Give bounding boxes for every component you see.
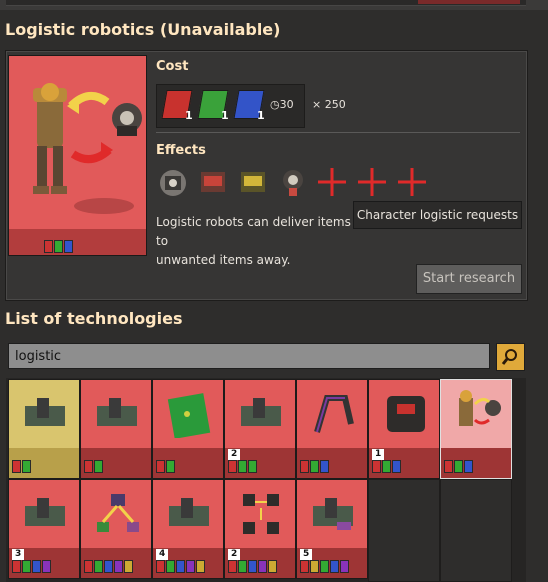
cost-count-green: 1: [221, 109, 229, 122]
tech-card-logistic-robotics: [8, 55, 147, 256]
tech-tile-selected[interactable]: [440, 379, 512, 479]
inserter-icon: [313, 498, 353, 530]
tech-tile[interactable]: [152, 379, 224, 479]
inserter-icon: [25, 498, 65, 526]
tech-tile[interactable]: 2: [224, 379, 296, 479]
empty-slot: [440, 479, 512, 582]
roboport-icon: [387, 396, 425, 432]
tech-description: Logistic robots can deliver items to unw…: [156, 213, 366, 270]
top-strip: [0, 0, 548, 10]
tech-tile[interactable]: [80, 379, 152, 479]
cost-multiplier: × 250: [312, 98, 346, 111]
effects-label: Effects: [156, 143, 206, 158]
inserter-icon: [25, 398, 65, 426]
tech-tile[interactable]: 5: [296, 479, 368, 579]
logistic-network-icon: [97, 494, 139, 532]
tech-tile[interactable]: 2: [224, 479, 296, 579]
science-packs: [44, 236, 74, 255]
tech-tile[interactable]: [80, 479, 152, 579]
empty-slot: [368, 479, 440, 582]
roboport-effect-icon[interactable]: [157, 166, 189, 198]
search-icon: [501, 349, 517, 365]
cost-label: Cost: [156, 59, 189, 74]
plus-effect-icon: [358, 168, 386, 196]
logistic-robot-effect-icon[interactable]: [277, 166, 309, 198]
search-input[interactable]: logistic: [8, 343, 490, 369]
plus-effect-icon: [318, 168, 346, 196]
cost-count-red: 1: [185, 109, 193, 122]
tech-tile[interactable]: [8, 379, 80, 479]
tech-tile[interactable]: [296, 379, 368, 479]
tech-title: Logistic robotics (Unavailable): [5, 20, 281, 39]
circuit-board-icon: [167, 393, 211, 438]
inserter-icon: [169, 498, 209, 526]
cost-count-blue: 1: [257, 109, 265, 122]
tech-tile[interactable]: 3: [8, 479, 80, 579]
inserter-icon: [97, 398, 137, 426]
clock-icon: ◷: [270, 98, 280, 111]
robot-arm-icon: [314, 395, 354, 433]
inserter-icon: [241, 398, 281, 426]
tech-tile[interactable]: 4: [152, 479, 224, 579]
description-line1: Logistic robots can deliver items to: [156, 215, 351, 248]
tech-tile[interactable]: 1: [368, 379, 440, 479]
list-title: List of technologies: [5, 309, 183, 328]
research-time: ◷30: [270, 98, 294, 111]
plus-effect-icon: [398, 168, 426, 196]
worker-robot-speed-icon: [243, 494, 279, 534]
requester-chest-effect-icon[interactable]: [197, 166, 229, 198]
description-line2: unwanted items away.: [156, 253, 291, 267]
start-research-button[interactable]: Start research: [416, 264, 522, 294]
effect-tooltip: Character logistic requests: [353, 201, 522, 229]
logistic-robotics-icon: [459, 390, 501, 426]
search-button[interactable]: [496, 343, 525, 371]
logistic-robotics-icon: [33, 83, 142, 214]
storage-chest-effect-icon[interactable]: [237, 166, 269, 198]
divider: [156, 132, 520, 133]
